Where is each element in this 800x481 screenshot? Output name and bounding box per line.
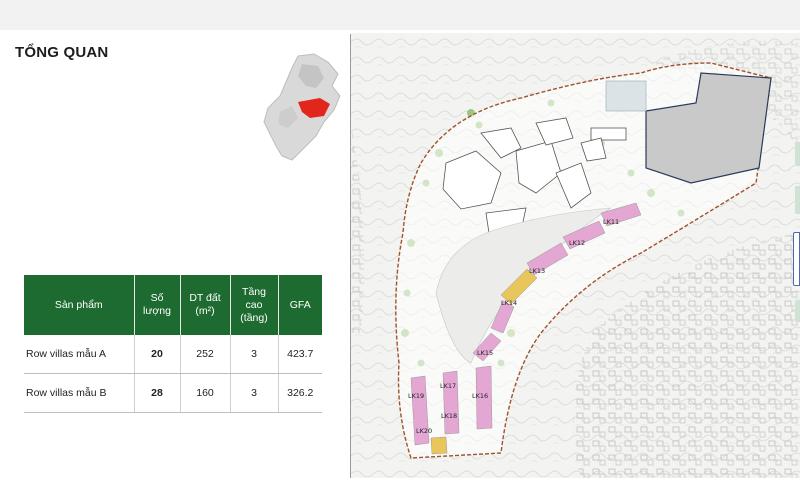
cell-floors: 3 <box>230 335 279 374</box>
lot-label-lk12: LK12 <box>569 239 585 247</box>
lot-label-lk14: LK14 <box>501 299 517 307</box>
site-master-plan: LK11 LK12 LK13 LK14 LK15 LK16 LK17 LK18 … <box>351 33 800 478</box>
product-table: Sản phẩm Số lượng DT đất (m²) Tầng cao (tầ… <box>24 275 322 413</box>
water-pool <box>605 80 647 112</box>
cell-product: Row villas mẫu B <box>24 373 135 413</box>
cell-quantity: 28 <box>134 373 181 413</box>
lot-label-lk16: LK16 <box>472 392 488 400</box>
cell-land-area: 160 <box>180 373 231 413</box>
side-tab-2[interactable] <box>795 186 800 214</box>
side-tab-1[interactable] <box>795 142 800 166</box>
lot-label-lk15: LK15 <box>477 349 493 357</box>
lot-label-lk17: LK17 <box>440 382 456 390</box>
side-tab-3[interactable] <box>793 232 800 286</box>
lot-label-lk19: LK19 <box>408 392 424 400</box>
header-quantity: Số lượng <box>134 275 181 335</box>
lot-label-lk20: LK20 <box>416 427 432 435</box>
cell-floors: 3 <box>230 373 279 413</box>
header-gfa: GFA <box>278 275 322 335</box>
lot-label-lk11: LK11 <box>603 218 619 226</box>
cell-gfa: 423.7 <box>278 335 322 374</box>
lot-label-lk13: LK13 <box>529 267 545 275</box>
side-tab-4[interactable] <box>795 300 800 322</box>
page-title: TỔNG QUAN <box>15 44 109 61</box>
header-product: Sản phẩm <box>24 275 135 335</box>
location-thumbnail-map <box>263 53 341 161</box>
table-header-row: Sản phẩm Số lượng DT đất (m²) Tầng cao (tầ… <box>24 275 322 335</box>
table-row: Row villas mẫu A 20 252 3 423.7 <box>24 335 322 374</box>
cell-gfa: 326.2 <box>278 373 322 413</box>
cell-land-area: 252 <box>180 335 231 374</box>
top-bar <box>0 0 800 30</box>
lot-label-lk18: LK18 <box>441 412 457 420</box>
table-row: Row villas mẫu B 28 160 3 326.2 <box>24 373 322 413</box>
header-floors: Tầng cao (tầng) <box>230 275 279 335</box>
cell-quantity: 20 <box>134 335 181 374</box>
header-land-area: DT đất (m²) <box>180 275 231 335</box>
cell-product: Row villas mẫu A <box>24 335 135 374</box>
